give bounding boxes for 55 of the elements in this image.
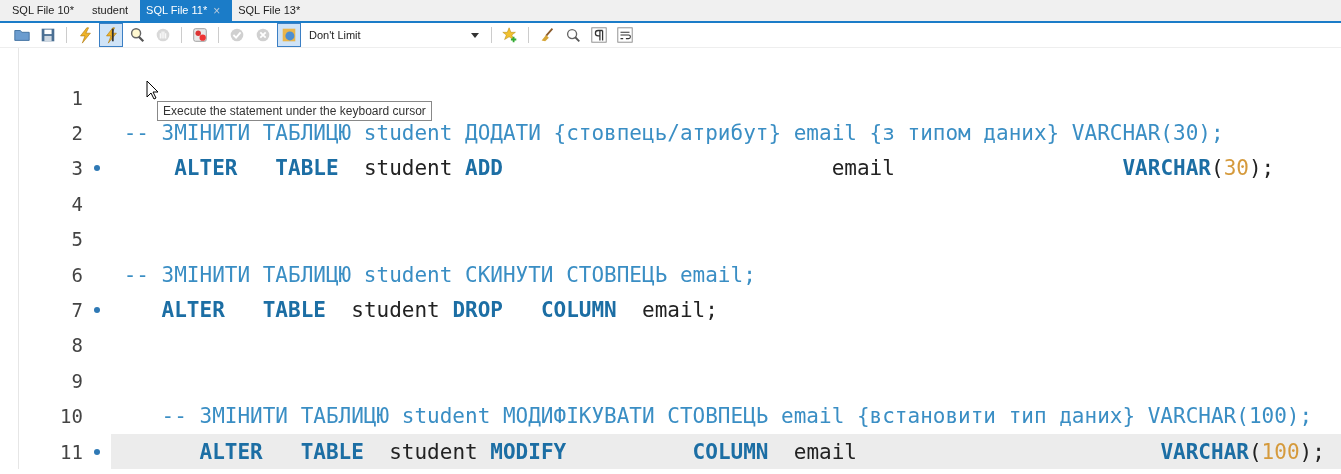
sql-keyword: TABLE	[274, 156, 339, 181]
line-number: 8	[70, 334, 83, 357]
code-text: );	[1248, 156, 1275, 181]
search-icon	[564, 26, 582, 44]
mouse-pointer-icon	[146, 80, 160, 100]
code-text: student	[388, 439, 478, 464]
star-plus-icon	[501, 26, 519, 44]
code-text: email	[830, 156, 895, 181]
code-text: (	[1248, 439, 1262, 464]
magnifier-icon	[128, 26, 146, 44]
number-literal: 100	[1261, 439, 1300, 464]
sql-keyword: MODIFY	[489, 439, 567, 464]
code-text: email	[792, 439, 857, 464]
sql-comment: -- ЗМІНИТИ ТАБЛИЦЮ student СКИНУТИ СТОВПЕЦЬ email;	[122, 262, 756, 287]
sql-keyword: ALTER	[198, 439, 263, 464]
sql-comment: -- ЗМІНИТИ ТАБЛИЦЮ student МОДИФІКУВАТИ СТОВПЕЦЬ email {встановити тип даних} VARCHAR(100);	[160, 404, 1313, 429]
code-text: email;	[641, 298, 718, 323]
editor-tab[interactable]: SQL File 13*	[232, 0, 313, 21]
code-text: (	[1211, 156, 1224, 181]
line-number: 7	[70, 299, 83, 322]
line-number: 2	[70, 122, 83, 145]
sql-keyword: VARCHAR	[1121, 156, 1211, 181]
sql-comment: -- ЗМІНИТИ ТАБЛИЦЮ student ДОДАТИ {стовпець/атрибут} email {з типом даних} VARCHAR(30);	[122, 121, 1224, 146]
wrap-icon	[616, 26, 634, 44]
editor-tab[interactable]: SQL File 11* ×	[140, 0, 233, 21]
line-number: 11	[59, 440, 83, 463]
tooltip: Execute the statement under the keyboard cursor	[157, 101, 432, 121]
sql-keyword: ADD	[464, 156, 503, 181]
editor-tab[interactable]: student	[85, 0, 141, 21]
line-number: 9	[70, 369, 83, 392]
sql-keyword: DROP	[451, 298, 503, 323]
line-number: 6	[70, 263, 83, 286]
check-icon	[228, 26, 246, 44]
line-number: 3	[70, 157, 83, 180]
sql-keyword: COLUMN	[539, 298, 617, 323]
sql-keyword: TABLE	[299, 439, 364, 464]
toolbar-button[interactable]	[99, 23, 123, 47]
line-number: 4	[70, 192, 83, 215]
sql-keyword: COLUMN	[691, 439, 769, 464]
line-number: 10	[59, 405, 83, 428]
pilcrow-icon	[590, 26, 608, 44]
sql-keyword: VARCHAR	[1159, 439, 1249, 464]
line-number: 5	[70, 228, 83, 251]
code-text: );	[1299, 439, 1325, 464]
save-icon	[39, 26, 57, 44]
sql-keyword: ALTER	[173, 156, 238, 181]
cancel-icon	[254, 26, 272, 44]
line-number: 1	[70, 86, 83, 109]
sql-keyword: TABLE	[261, 298, 326, 323]
number-literal: 30	[1223, 156, 1249, 181]
code-text: student	[350, 298, 440, 323]
sql-keyword: ALTER	[160, 298, 225, 323]
editor-tab[interactable]: SQL File 10*	[6, 0, 86, 21]
caret-icon	[471, 32, 479, 38]
code-text: student	[362, 156, 453, 181]
